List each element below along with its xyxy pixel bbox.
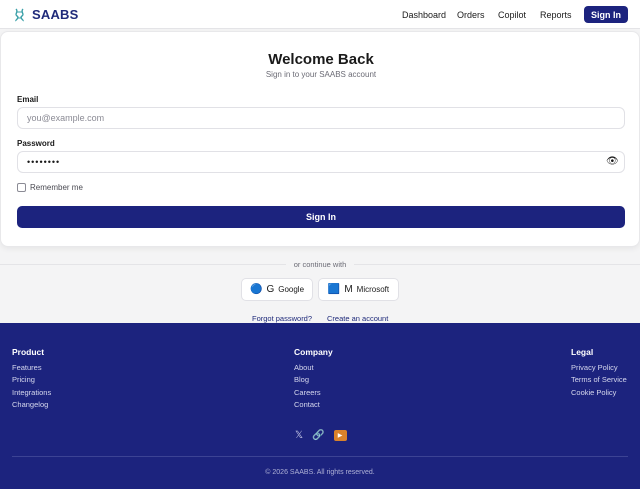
footer-link-terms[interactable]: Terms of Service: [571, 375, 627, 384]
login-card: Welcome Back Sign in to your SAABS accou…: [0, 31, 640, 247]
brand-logo[interactable]: SAABS: [13, 7, 79, 22]
remember-label: Remember me: [30, 183, 83, 192]
page-subtitle: Sign in to your SAABS account: [265, 70, 377, 79]
footer-heading-legal: Legal: [571, 347, 594, 357]
microsoft-icon: 🟦: [327, 284, 341, 295]
email-label: Email: [17, 95, 39, 104]
social-links: 𝕏 🔗 ▶: [295, 430, 347, 441]
x-icon[interactable]: 𝕏: [295, 430, 303, 441]
google-icon: 🔵: [249, 284, 263, 295]
footer-link-pricing[interactable]: Pricing: [12, 375, 35, 384]
link-icon[interactable]: 🔗: [312, 430, 324, 441]
footer-divider: [12, 456, 628, 457]
brand-logo-icon: [15, 8, 24, 21]
forgot-password-link[interactable]: Forgot password?: [252, 314, 312, 323]
password-label: Password: [17, 139, 55, 148]
remember-me[interactable]: Remember me: [17, 183, 83, 192]
youtube-icon[interactable]: ▶: [333, 430, 347, 441]
google-sign-in-button[interactable]: 🔵 G Google: [241, 278, 313, 301]
eye-icon[interactable]: 👁: [606, 156, 619, 167]
brand-name: SAABS: [32, 7, 79, 22]
google-label: Google: [278, 285, 305, 294]
nav-reports[interactable]: Reports: [540, 10, 572, 20]
nav-copilot[interactable]: Copilot: [498, 10, 526, 20]
footer-link-features[interactable]: Features: [12, 363, 42, 372]
site-footer: Product Features Pricing Integrations Ch…: [0, 323, 640, 489]
microsoft-sign-in-button[interactable]: 🟦 M Microsoft: [318, 278, 399, 301]
footer-link-contact[interactable]: Contact: [294, 400, 320, 409]
continue-divider: or continue with: [0, 260, 640, 270]
email-field[interactable]: [17, 107, 625, 129]
footer-link-integrations[interactable]: Integrations: [12, 388, 51, 397]
divider-text: or continue with: [293, 260, 347, 269]
footer-heading-product: Product: [12, 347, 45, 357]
microsoft-glyph: M: [344, 284, 353, 295]
footer-heading-company: Company: [294, 347, 333, 357]
microsoft-label: Microsoft: [356, 285, 390, 294]
top-nav-bar: SAABS Dashboard Orders Copilot Reports S…: [0, 0, 640, 29]
sign-in-button[interactable]: Sign In: [17, 206, 625, 228]
page-title: Welcome Back: [268, 51, 374, 68]
remember-checkbox[interactable]: [17, 183, 26, 192]
nav-orders[interactable]: Orders: [457, 10, 485, 20]
nav-dashboard[interactable]: Dashboard: [402, 10, 446, 20]
password-field[interactable]: [17, 151, 625, 173]
header-sign-in-button[interactable]: Sign In: [584, 6, 628, 23]
google-glyph: G: [266, 284, 275, 295]
play-icon: ▶: [337, 433, 343, 439]
create-account-link[interactable]: Create an account: [327, 314, 388, 323]
copyright-text: © 2026 SAABS. All rights reserved.: [265, 469, 375, 476]
footer-link-careers[interactable]: Careers: [294, 388, 321, 397]
footer-link-privacy[interactable]: Privacy Policy: [571, 363, 618, 372]
footer-link-changelog[interactable]: Changelog: [12, 400, 48, 409]
footer-link-cookies[interactable]: Cookie Policy: [571, 388, 616, 397]
footer-link-about[interactable]: About: [294, 363, 314, 372]
footer-link-blog[interactable]: Blog: [294, 375, 309, 384]
